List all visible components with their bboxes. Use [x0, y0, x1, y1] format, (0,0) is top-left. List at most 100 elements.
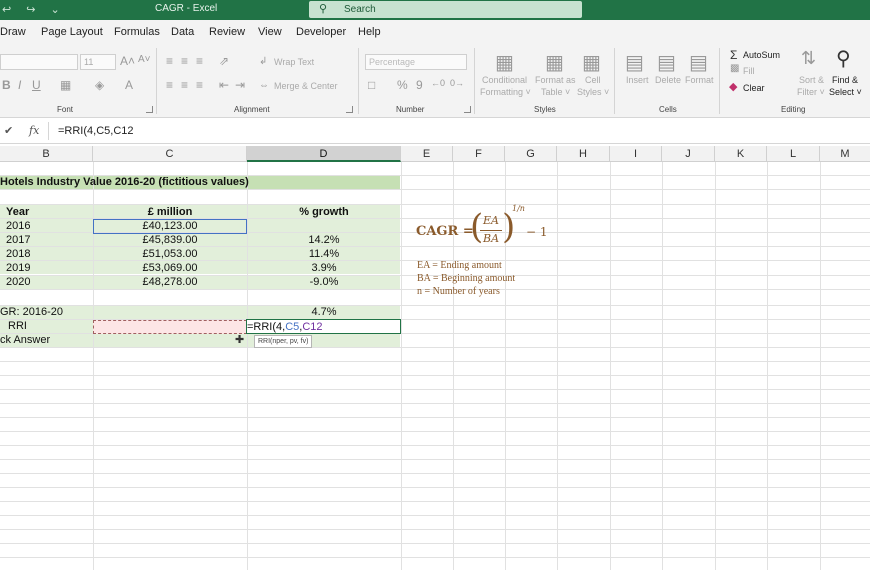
align-bottom-icon[interactable]: ≡: [196, 54, 203, 68]
tab-data[interactable]: Data: [171, 26, 194, 38]
value-cell[interactable]: £53,069.00: [93, 261, 247, 275]
format-cells-button[interactable]: Format: [685, 75, 714, 85]
value-cell[interactable]: £45,839.00: [93, 233, 247, 247]
number-format-dropdown[interactable]: Percentage: [365, 54, 467, 70]
header-year[interactable]: Year: [6, 205, 29, 219]
align-top-icon[interactable]: ≡: [166, 54, 173, 68]
conditional-formatting-label-2[interactable]: Formatting ˅: [480, 87, 531, 97]
column-header-j[interactable]: J: [662, 146, 715, 162]
bold-button[interactable]: B: [2, 78, 11, 92]
italic-button[interactable]: I: [18, 78, 21, 92]
column-header-l[interactable]: L: [767, 146, 820, 162]
confirm-entry-icon[interactable]: ✔: [4, 124, 13, 137]
column-header-g[interactable]: G: [505, 146, 557, 162]
tab-draw[interactable]: Draw: [0, 26, 26, 38]
font-dialog-launcher[interactable]: [146, 106, 153, 113]
underline-button[interactable]: U: [32, 78, 41, 92]
sort-filter-icon[interactable]: ⇅: [801, 48, 816, 69]
column-header-i[interactable]: I: [610, 146, 662, 162]
fill-color-icon[interactable]: ◈: [95, 78, 104, 92]
year-cell[interactable]: 2017: [6, 233, 30, 247]
tab-review[interactable]: Review: [209, 26, 245, 38]
sheet-title[interactable]: Hotels Industry Value 2016-20 (fictitiou…: [0, 175, 249, 189]
shrink-font-button[interactable]: A˅: [138, 54, 151, 65]
currency-icon[interactable]: □: [368, 78, 375, 92]
delete-cells-icon[interactable]: ▤: [657, 50, 676, 75]
cagr-label[interactable]: GR: 2016-20: [0, 305, 63, 319]
column-header-b[interactable]: B: [0, 146, 93, 162]
cell-styles-icon[interactable]: ▦: [582, 50, 601, 75]
column-header-c[interactable]: C: [93, 146, 247, 162]
tab-page-layout[interactable]: Page Layout: [41, 26, 103, 38]
comma-button[interactable]: 9: [416, 78, 423, 92]
decrease-decimal-icon[interactable]: 0→: [450, 78, 464, 88]
column-header-k[interactable]: K: [715, 146, 767, 162]
fill-button[interactable]: Fill: [743, 66, 755, 76]
insert-function-icon[interactable]: fx: [29, 124, 39, 137]
grow-font-button[interactable]: A˄: [120, 54, 135, 68]
cell-styles-label-1[interactable]: Cell: [585, 75, 601, 85]
conditional-formatting-label-1[interactable]: Conditional: [482, 75, 527, 85]
column-header-f[interactable]: F: [453, 146, 505, 162]
function-tooltip[interactable]: RRI(nper, pv, fv): [254, 335, 313, 348]
find-icon[interactable]: ⚲: [836, 46, 851, 71]
delete-cells-button[interactable]: Delete: [655, 75, 681, 85]
tab-formulas[interactable]: Formulas: [114, 26, 160, 38]
sort-filter-label-1[interactable]: Sort &: [799, 75, 824, 85]
find-select-label-2[interactable]: Select ˅: [829, 87, 862, 97]
value-cell[interactable]: £51,053.00: [93, 247, 247, 261]
format-as-table-label-2[interactable]: Table ˅: [541, 87, 570, 97]
column-header-e[interactable]: E: [401, 146, 453, 162]
value-cell[interactable]: £48,278.00: [93, 275, 247, 289]
quick-access-toolbar[interactable]: ↩ ↪ ⌄: [2, 3, 66, 16]
year-cell[interactable]: 2018: [6, 247, 30, 261]
header-value[interactable]: £ million: [93, 205, 247, 219]
sort-filter-label-2[interactable]: Filter ˅: [797, 87, 825, 97]
decrease-indent-icon[interactable]: ⇤: [219, 78, 229, 92]
clear-button[interactable]: Clear: [743, 83, 765, 93]
insert-cells-icon[interactable]: ▤: [625, 50, 644, 75]
year-cell[interactable]: 2019: [6, 261, 30, 275]
column-header-d[interactable]: D: [247, 146, 401, 162]
increase-indent-icon[interactable]: ⇥: [235, 78, 245, 92]
font-color-icon[interactable]: A: [125, 78, 133, 92]
tab-developer[interactable]: Developer: [296, 26, 346, 38]
growth-cell[interactable]: 3.9%: [247, 261, 401, 275]
autosum-button[interactable]: AutoSum: [743, 50, 780, 60]
header-growth[interactable]: % growth: [247, 205, 401, 219]
percent-button[interactable]: %: [397, 78, 408, 92]
rri-label[interactable]: RRI: [8, 319, 27, 333]
growth-cell[interactable]: 11.4%: [247, 247, 401, 261]
growth-cell[interactable]: [247, 219, 401, 233]
tab-view[interactable]: View: [258, 26, 282, 38]
insert-cells-button[interactable]: Insert: [626, 75, 649, 85]
growth-cell[interactable]: 14.2%: [247, 233, 401, 247]
conditional-formatting-icon[interactable]: ▦: [495, 50, 514, 75]
worksheet-grid[interactable]: Hotels Industry Value 2016-20 (fictitiou…: [0, 162, 870, 570]
format-as-table-icon[interactable]: ▦: [545, 50, 564, 75]
value-cell[interactable]: £40,123.00: [93, 219, 247, 233]
column-header-m[interactable]: M: [820, 146, 870, 162]
cell-styles-label-2[interactable]: Styles ˅: [577, 87, 609, 97]
find-select-label-1[interactable]: Find &: [832, 75, 858, 85]
growth-cell[interactable]: -9.0%: [247, 275, 401, 289]
alignment-dialog-launcher[interactable]: [346, 106, 353, 113]
active-cell-editor[interactable]: =RRI(4,C5,C12: [246, 319, 401, 334]
format-as-table-label-1[interactable]: Format as: [535, 75, 576, 85]
align-left-icon[interactable]: ≡: [166, 78, 173, 92]
check-answer-label[interactable]: ck Answer: [0, 333, 50, 347]
year-cell[interactable]: 2020: [6, 275, 30, 289]
increase-decimal-icon[interactable]: ←0: [431, 78, 445, 88]
merge-center-button[interactable]: Merge & Center: [274, 81, 338, 91]
font-size-dropdown[interactable]: 11: [80, 54, 116, 70]
wrap-text-button[interactable]: Wrap Text: [274, 57, 314, 67]
year-cell[interactable]: 2016: [6, 219, 30, 233]
align-right-icon[interactable]: ≡: [196, 78, 203, 92]
format-cells-icon[interactable]: ▤: [689, 50, 708, 75]
number-dialog-launcher[interactable]: [464, 106, 471, 113]
font-name-dropdown[interactable]: [0, 54, 78, 70]
orientation-icon[interactable]: ⇗: [219, 54, 229, 68]
cagr-value[interactable]: 4.7%: [247, 305, 401, 319]
search-box[interactable]: ⚲ Search: [309, 1, 582, 18]
borders-icon[interactable]: ▦: [60, 78, 71, 92]
